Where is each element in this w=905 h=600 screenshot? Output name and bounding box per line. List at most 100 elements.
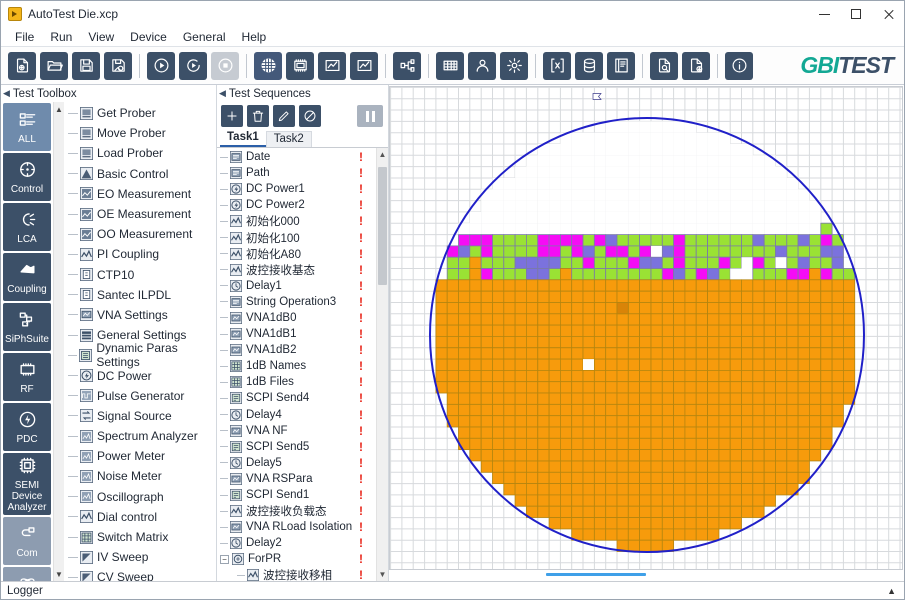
- toolbox-item[interactable]: Dial control: [64, 507, 216, 527]
- sequence-step[interactable]: SCPI Send1!: [217, 487, 376, 503]
- sequence-step[interactable]: SCPI Send4!: [217, 390, 376, 406]
- collapse-caret-icon[interactable]: ◀: [3, 88, 10, 99]
- add-step-button[interactable]: [221, 105, 243, 127]
- sequence-step[interactable]: DC Power2!: [217, 197, 376, 213]
- toolbox-item[interactable]: OE Measurement: [64, 204, 216, 224]
- edit-step-button[interactable]: [273, 105, 295, 127]
- sequence-step[interactable]: Delay1!: [217, 278, 376, 294]
- sequence-step[interactable]: VNA RSPara!: [217, 471, 376, 487]
- toolbox-item[interactable]: Oscillograph: [64, 487, 216, 507]
- toolbox-item[interactable]: Noise Meter: [64, 466, 216, 486]
- chart-icon[interactable]: [318, 51, 346, 80]
- toolbox-item[interactable]: Power Meter: [64, 446, 216, 466]
- rail-scroll-arrows[interactable]: ▲ ▼: [53, 102, 64, 581]
- disable-step-button[interactable]: [299, 105, 321, 127]
- sequence-step[interactable]: Delay5!: [217, 455, 376, 471]
- sequence-step[interactable]: 波控接收移相!: [217, 567, 376, 581]
- toolbox-item[interactable]: Switch Matrix: [64, 527, 216, 547]
- flow-icon[interactable]: [393, 51, 421, 80]
- scroll-down-icon[interactable]: ▼: [377, 568, 388, 581]
- sequence-step[interactable]: Path!: [217, 165, 376, 181]
- menu-file[interactable]: File: [7, 28, 42, 46]
- toolbox-item[interactable]: CV Sweep: [64, 567, 216, 581]
- sequence-step[interactable]: 波控接收负载态!: [217, 503, 376, 519]
- toolbox-item[interactable]: Basic Control: [64, 164, 216, 184]
- wafer-hscroll-thumb[interactable]: [546, 573, 646, 576]
- toolbox-item[interactable]: OO Measurement: [64, 224, 216, 244]
- user-icon[interactable]: [468, 51, 496, 80]
- rail-item-siphsuite[interactable]: SiPhSuite: [3, 303, 51, 351]
- formula-icon[interactable]: [543, 51, 571, 80]
- menu-run[interactable]: Run: [42, 28, 80, 46]
- sequence-step[interactable]: VNA1dB0!: [217, 310, 376, 326]
- sequence-step[interactable]: VNA RLoad Isolation!: [217, 519, 376, 535]
- toolbox-item[interactable]: IV Sweep: [64, 547, 216, 567]
- wafer-map-canvas[interactable]: [389, 86, 903, 570]
- toolbox-item[interactable]: Get Prober: [64, 103, 216, 123]
- sequence-step[interactable]: String Operation3!: [217, 294, 376, 310]
- scroll-up-icon[interactable]: ▲: [377, 148, 388, 161]
- rail-item-lca[interactable]: LCA: [3, 203, 51, 251]
- sequence-step[interactable]: 1dB Names!: [217, 358, 376, 374]
- toolbox-item[interactable]: Move Prober: [64, 123, 216, 143]
- toolbox-item[interactable]: Load Prober: [64, 143, 216, 163]
- pause-button[interactable]: [357, 105, 383, 127]
- report-search-icon[interactable]: [650, 51, 678, 80]
- rail-item-algo[interactable]: Algo: [3, 567, 51, 581]
- sequences-collapse-caret-icon[interactable]: ◀: [219, 88, 226, 99]
- sequences-list[interactable]: Date! Path! DC Power1! DC Power2! 初始化000! 初始化…: [217, 148, 388, 581]
- sequence-step[interactable]: VNA1dB1!: [217, 326, 376, 342]
- close-button[interactable]: [872, 1, 904, 27]
- sequence-step[interactable]: 初始化000!: [217, 213, 376, 229]
- toolbox-item-list[interactable]: Get Prober Move Prober Load Prober Basic Co…: [64, 102, 216, 581]
- toolbox-item[interactable]: Dynamic Paras Settings: [64, 341, 216, 369]
- sequences-header[interactable]: ◀ Test Sequences: [217, 85, 388, 102]
- wafer-map-icon[interactable]: [254, 51, 282, 80]
- wafer-hscrollbar[interactable]: [389, 570, 904, 581]
- toolbox-item[interactable]: EO Measurement: [64, 184, 216, 204]
- sequence-step[interactable]: Delay2!: [217, 535, 376, 551]
- sequence-step[interactable]: VNA1dB2!: [217, 342, 376, 358]
- sequence-step[interactable]: − ForPR!: [217, 551, 376, 567]
- rail-item-all[interactable]: ALL: [3, 103, 51, 151]
- maximize-button[interactable]: [840, 1, 872, 27]
- toolbox-header[interactable]: ◀ Test Toolbox: [1, 85, 216, 102]
- open-folder-icon[interactable]: [40, 51, 68, 80]
- menu-help[interactable]: Help: [234, 28, 275, 46]
- run-step-icon[interactable]: [179, 51, 207, 80]
- menu-device[interactable]: Device: [122, 28, 175, 46]
- chip-icon[interactable]: [286, 51, 314, 80]
- toolbox-item[interactable]: Pulse Generator: [64, 386, 216, 406]
- toolbox-item[interactable]: Santec ILPDL: [64, 285, 216, 305]
- minimize-button[interactable]: [808, 1, 840, 27]
- info-icon[interactable]: [725, 51, 753, 80]
- sequence-step[interactable]: Date!: [217, 149, 376, 165]
- sequence-tab-task1[interactable]: Task1: [220, 130, 266, 147]
- sequence-step[interactable]: 波控接收基态!: [217, 262, 376, 278]
- expand-collapse-icon[interactable]: −: [220, 554, 229, 564]
- chart2-icon[interactable]: [350, 51, 378, 80]
- sequence-step[interactable]: 初始化A80!: [217, 246, 376, 262]
- scroll-thumb[interactable]: [378, 167, 387, 285]
- rail-item-control[interactable]: Control: [3, 153, 51, 201]
- database-icon[interactable]: [575, 51, 603, 80]
- rail-scroll-down-icon[interactable]: ▼: [54, 567, 64, 581]
- new-file-icon[interactable]: [8, 51, 36, 80]
- rail-item-pdc[interactable]: PDC: [3, 403, 51, 451]
- rail-item-com[interactable]: Com: [3, 517, 51, 565]
- scroll-track[interactable]: [377, 161, 388, 568]
- logger-label[interactable]: Logger: [7, 585, 43, 597]
- rail-item-semi-device-analyzer[interactable]: SEMI Device Analyzer: [3, 453, 51, 515]
- table-icon[interactable]: [436, 51, 464, 80]
- sequences-scrollbar[interactable]: ▲ ▼: [376, 148, 388, 581]
- toolbox-item[interactable]: Spectrum Analyzer: [64, 426, 216, 446]
- toolbox-item[interactable]: PI Coupling: [64, 244, 216, 264]
- sequence-step[interactable]: Delay4!: [217, 407, 376, 423]
- rail-scroll-up-icon[interactable]: ▲: [54, 102, 64, 116]
- sequence-step[interactable]: 1dB Files!: [217, 374, 376, 390]
- book-icon[interactable]: [607, 51, 635, 80]
- sequence-step[interactable]: SCPI Send5!: [217, 439, 376, 455]
- sequence-step[interactable]: 初始化100!: [217, 229, 376, 245]
- menu-view[interactable]: View: [80, 28, 122, 46]
- gear-icon[interactable]: [500, 51, 528, 80]
